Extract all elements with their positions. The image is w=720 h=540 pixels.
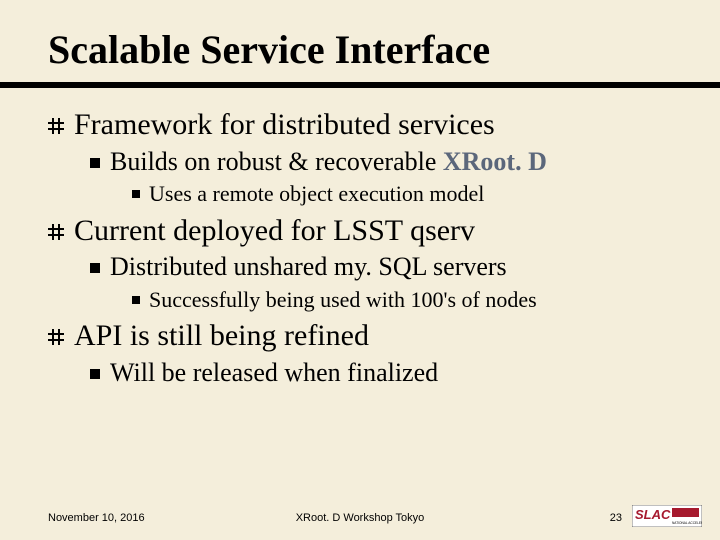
bullet-l1: API is still being refined bbox=[48, 317, 690, 355]
hash-bullet-icon bbox=[48, 224, 64, 240]
square-bullet-icon bbox=[90, 369, 100, 379]
text-fragment: Builds on robust & recoverable bbox=[110, 147, 443, 176]
square-bullet-icon bbox=[90, 158, 100, 168]
bullet-text: Current deployed for LSST qserv bbox=[74, 212, 475, 250]
footer-right: 23 SLAC NATIONAL ACCELERATOR LABORATORY bbox=[610, 505, 702, 530]
bullet-l3: Successfully being used with 100's of no… bbox=[132, 286, 690, 314]
hash-bullet-icon bbox=[48, 329, 64, 345]
svg-text:SLAC: SLAC bbox=[635, 507, 671, 522]
bullet-text: Framework for distributed services bbox=[74, 106, 495, 144]
bullet-l3: Uses a remote object execution model bbox=[132, 180, 690, 208]
slide-title: Scalable Service Interface bbox=[48, 28, 720, 72]
svg-text:NATIONAL ACCELERATOR LABORATOR: NATIONAL ACCELERATOR LABORATORY bbox=[672, 521, 702, 525]
bullet-text: Distributed unshared my. SQL servers bbox=[110, 251, 507, 284]
bullet-text: Builds on robust & recoverable XRoot. D bbox=[110, 146, 547, 179]
bullet-l1: Current deployed for LSST qserv bbox=[48, 212, 690, 250]
slac-logo: SLAC NATIONAL ACCELERATOR LABORATORY bbox=[632, 505, 702, 530]
footer: November 10, 2016 XRoot. D Workshop Toky… bbox=[0, 505, 720, 530]
page-number: 23 bbox=[610, 512, 622, 524]
footer-center: XRoot. D Workshop Tokyo bbox=[296, 512, 425, 524]
content: Framework for distributed services Build… bbox=[0, 88, 720, 389]
bullet-text: Will be released when finalized bbox=[110, 357, 438, 390]
bullet-l2: Distributed unshared my. SQL servers bbox=[90, 251, 690, 284]
bullet-l1: Framework for distributed services bbox=[48, 106, 690, 144]
bullet-text: Uses a remote object execution model bbox=[149, 180, 484, 208]
slide: Scalable Service Interface Framework for… bbox=[0, 0, 720, 540]
bullet-text: Successfully being used with 100's of no… bbox=[149, 286, 537, 314]
bullet-l2: Will be released when finalized bbox=[90, 357, 690, 390]
bullet-l2: Builds on robust & recoverable XRoot. D bbox=[90, 146, 690, 179]
square-bullet-icon bbox=[132, 190, 140, 198]
bullet-text: API is still being refined bbox=[74, 317, 369, 355]
square-bullet-icon bbox=[132, 296, 140, 304]
xrootd-emphasis: XRoot. D bbox=[443, 147, 547, 176]
square-bullet-icon bbox=[90, 263, 100, 273]
footer-date: November 10, 2016 bbox=[48, 512, 145, 524]
title-block: Scalable Service Interface bbox=[0, 28, 720, 88]
hash-bullet-icon bbox=[48, 118, 64, 134]
